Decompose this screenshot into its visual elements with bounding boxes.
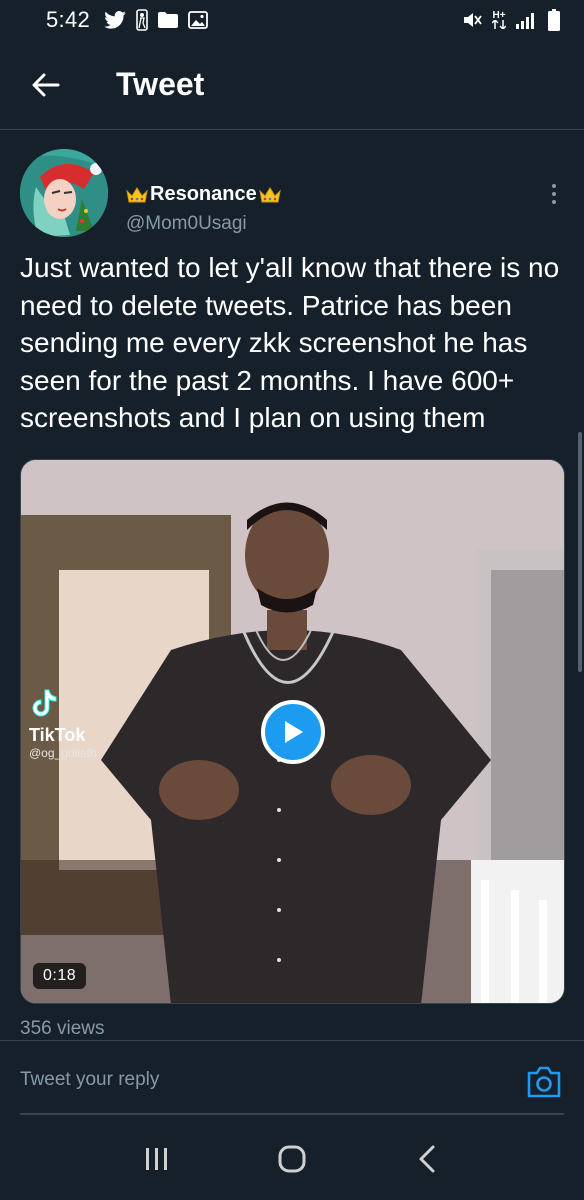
tweet-text: Just wanted to let y'all know that there… <box>20 252 560 433</box>
nba-icon <box>136 9 148 31</box>
network-label: H+ <box>492 10 506 21</box>
mute-icon <box>462 11 482 29</box>
recents-icon <box>146 1148 168 1170</box>
camera-icon <box>527 1066 561 1098</box>
home-button[interactable] <box>262 1129 322 1189</box>
battery-icon <box>548 9 560 31</box>
more-dot-icon <box>552 192 556 196</box>
tweet-author-row: Resonance @Mom0Usagi <box>20 149 564 239</box>
camera-button[interactable] <box>526 1065 562 1101</box>
author-name-line[interactable]: Resonance <box>126 183 281 206</box>
video-duration: 0:18 <box>33 963 87 989</box>
author-display-name: Resonance <box>150 183 257 205</box>
image-icon <box>188 11 208 29</box>
home-icon <box>278 1145 306 1173</box>
back-icon <box>419 1145 435 1173</box>
status-time: 5:42 <box>46 7 91 32</box>
play-button[interactable] <box>261 700 325 764</box>
reply-input[interactable]: Tweet your reply <box>20 1069 159 1091</box>
tiktok-watermark: TikTok @og_goliath <box>29 688 97 760</box>
system-back-button[interactable] <box>397 1129 457 1189</box>
play-icon <box>285 721 303 743</box>
tiktok-username: @og_goliath <box>29 746 97 760</box>
system-nav-bar <box>0 1118 584 1200</box>
back-arrow-icon <box>32 73 60 96</box>
folder-icon <box>158 12 179 28</box>
more-options-button[interactable] <box>544 179 564 209</box>
more-dot-icon <box>552 200 556 204</box>
crown-icon <box>258 186 281 202</box>
recents-button[interactable] <box>127 1129 187 1189</box>
view-count: 356 views <box>20 1018 105 1039</box>
tiktok-logo-icon <box>32 689 57 717</box>
tweet-video[interactable]: TikTok @og_goliath 0:18 <box>20 459 565 1004</box>
network-hplus-icon: H+ <box>492 11 506 29</box>
signal-icon <box>516 11 538 29</box>
back-button[interactable] <box>16 55 76 115</box>
status-system-icons: H+ <box>462 9 560 31</box>
status-bar: 5:42 H+ <box>0 0 584 40</box>
twitter-icon <box>104 11 126 29</box>
app-header: Tweet <box>0 40 584 130</box>
scrollbar[interactable] <box>578 432 582 672</box>
author-handle[interactable]: @Mom0Usagi <box>126 213 247 235</box>
avatar[interactable] <box>20 149 108 237</box>
reply-underline <box>20 1113 564 1115</box>
more-dot-icon <box>552 184 556 188</box>
tiktok-brand-text: TikTok <box>29 725 86 745</box>
crown-icon <box>126 186 148 202</box>
page-title: Tweet <box>116 66 205 102</box>
reply-bar: Tweet your reply <box>0 1040 584 1115</box>
status-notification-icons <box>104 9 208 31</box>
